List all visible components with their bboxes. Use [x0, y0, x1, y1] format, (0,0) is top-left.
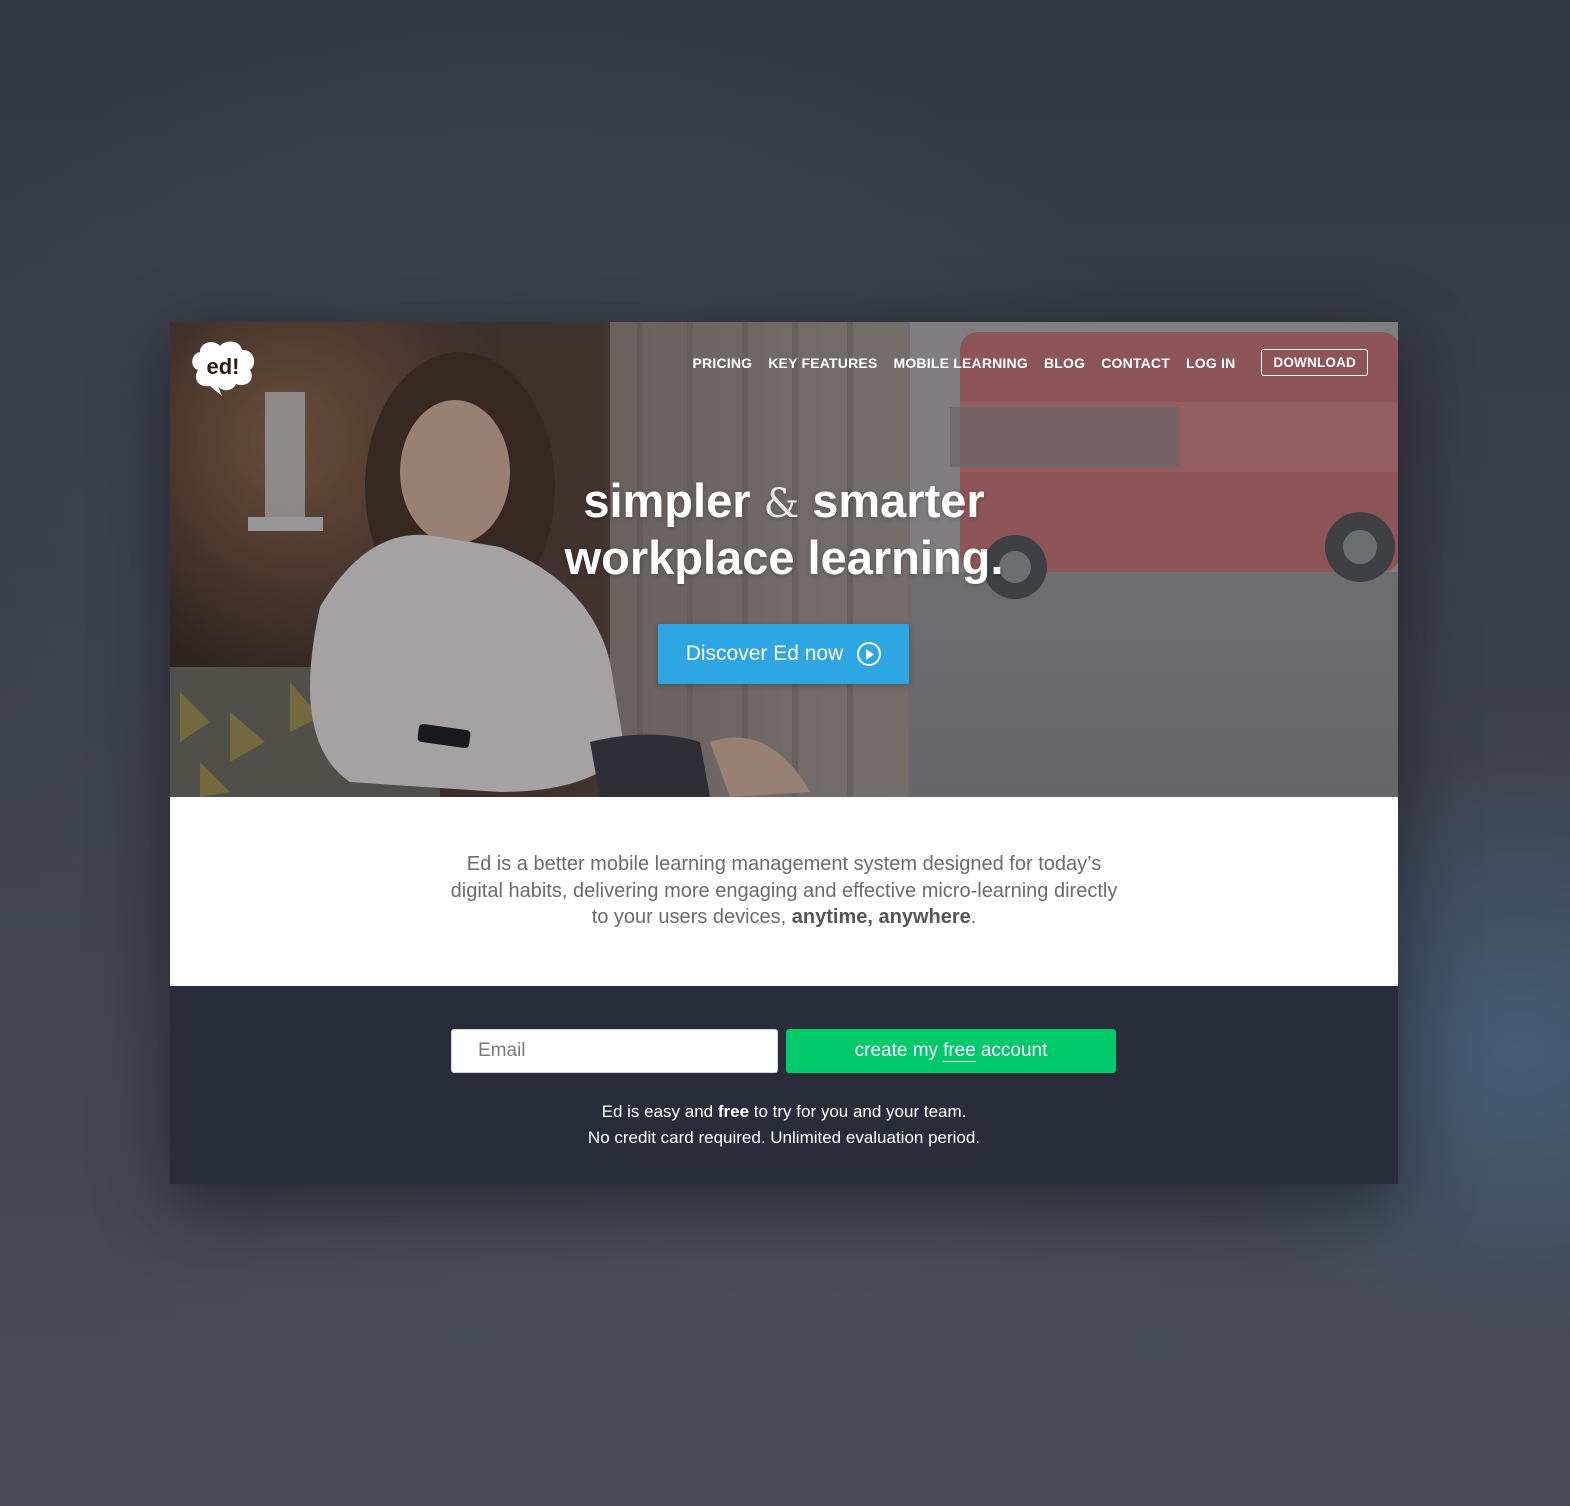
headline-simpler: simpler: [583, 474, 751, 527]
create-account-button[interactable]: create my free account: [786, 1029, 1116, 1073]
top-navigation: PRICING KEY FEATURES MOBILE LEARNING BLO…: [677, 349, 1368, 376]
nav-log-in[interactable]: LOG IN: [1186, 355, 1235, 371]
ed-logo[interactable]: ed!: [188, 340, 258, 398]
intro-text: Ed is a better mobile learning managemen…: [450, 851, 1118, 931]
intro-text-end: .: [970, 906, 977, 928]
nav-pricing[interactable]: PRICING: [693, 355, 753, 371]
play-icon: [857, 642, 882, 666]
hero-headline: simpler & smarter workplace learning.: [170, 474, 1398, 584]
headline-line-2: workplace learning.: [564, 531, 1004, 584]
signup-section: create my free account Ed is easy and fr…: [170, 986, 1398, 1184]
headline-line-1: simpler & smarter: [170, 474, 1398, 531]
email-field[interactable]: [451, 1029, 778, 1073]
nav-key-features[interactable]: KEY FEATURES: [768, 355, 877, 371]
download-button[interactable]: DOWNLOAD: [1261, 349, 1368, 376]
discover-ed-label: Discover Ed now: [685, 642, 844, 665]
headline-smarter: smarter: [812, 474, 985, 527]
discover-ed-button[interactable]: Discover Ed now: [658, 624, 909, 684]
signup-note-line-2: No credit card required. Unlimited evalu…: [587, 1128, 981, 1147]
nav-contact[interactable]: CONTACT: [1101, 355, 1170, 371]
signup-note-line-1: Ed is easy and free to try for you and y…: [170, 1099, 1398, 1125]
intro-text-emphasis: anytime, anywhere: [791, 906, 971, 928]
create-label-pre: create my: [854, 1040, 939, 1061]
logo-text: ed!: [207, 354, 240, 379]
nav-mobile-learning[interactable]: MOBILE LEARNING: [893, 355, 1027, 371]
create-label-post: account: [980, 1040, 1048, 1061]
headline-ampersand: &: [763, 481, 800, 527]
landing-page-window: ed! PRICING KEY FEATURES MOBILE LEARNING…: [170, 322, 1398, 1184]
note-line1-post: to try for you and your team.: [749, 1102, 967, 1121]
intro-section: Ed is a better mobile learning managemen…: [170, 797, 1398, 986]
nav-blog[interactable]: BLOG: [1044, 355, 1085, 371]
note-line1-pre: Ed is easy and: [601, 1102, 718, 1121]
signup-note: Ed is easy and free to try for you and y…: [170, 1099, 1398, 1151]
create-label-free: free: [943, 1039, 976, 1062]
hero-section: ed! PRICING KEY FEATURES MOBILE LEARNING…: [170, 322, 1398, 797]
note-line1-free: free: [717, 1102, 750, 1121]
intro-text-main: Ed is a better mobile learning managemen…: [450, 853, 1118, 928]
